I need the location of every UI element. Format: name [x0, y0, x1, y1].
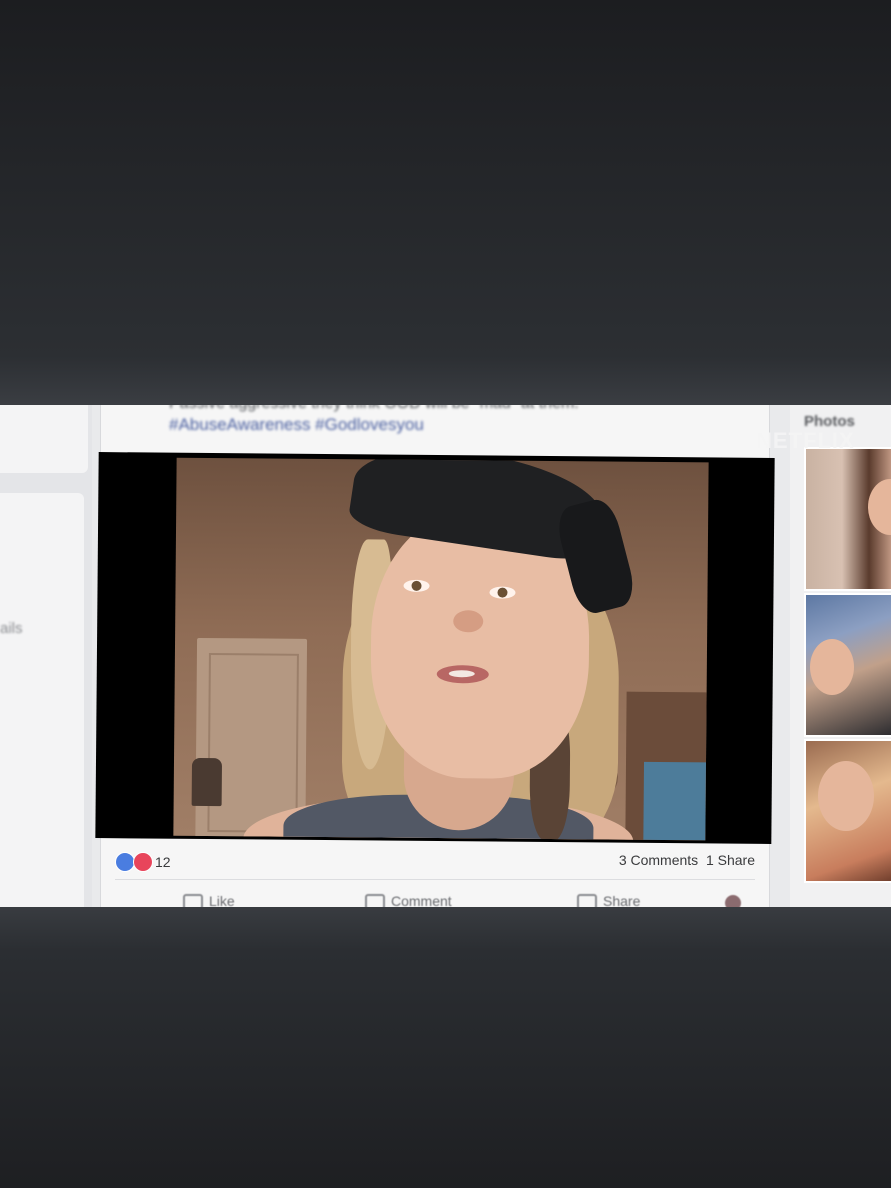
background-door-panel — [207, 653, 299, 833]
left-sidebar: ails — [0, 405, 92, 907]
love-reaction-icon[interactable] — [133, 852, 153, 872]
post-text: Passive aggressive they think GOD will b… — [169, 405, 579, 413]
thumbnail-face — [868, 479, 891, 535]
person-nose — [453, 610, 484, 633]
video-player[interactable] — [95, 452, 775, 844]
post-hashtags[interactable]: #AbuseAwareness #Godlovesyou — [169, 415, 424, 435]
like-label: Like — [209, 893, 235, 907]
share-button[interactable]: Share — [577, 893, 640, 907]
right-sidebar: Photos — [790, 405, 891, 907]
thumbnail-face — [810, 639, 854, 695]
thumbs-up-icon — [183, 894, 203, 907]
comment-icon — [365, 894, 385, 907]
photo-thumbnail[interactable] — [804, 447, 891, 591]
left-card-top — [0, 405, 88, 473]
netflix-watermark: NETFLIX — [756, 428, 855, 453]
facebook-post: Passive aggressive they think GOD will b… — [95, 405, 775, 907]
like-reaction-icon[interactable] — [115, 852, 135, 872]
comment-label: Comment — [391, 893, 452, 907]
like-button[interactable]: Like — [183, 893, 235, 907]
left-card-info — [0, 493, 84, 907]
video-frame[interactable] — [173, 457, 709, 841]
post-stats: 12 3 Comments 1 Share — [115, 849, 755, 879]
reaction-count[interactable]: 12 — [155, 854, 171, 870]
shares-count[interactable]: 1 Share — [706, 852, 755, 868]
person-left-eye — [403, 579, 430, 592]
background-lamp — [191, 757, 223, 807]
person-right-eye — [489, 586, 516, 599]
left-sidebar-text: ails — [0, 620, 23, 637]
thumbnail-face — [818, 761, 874, 831]
avatar[interactable] — [725, 895, 741, 907]
share-label: Share — [603, 893, 641, 907]
monitor-screen: ails Passive aggressive they think GOD w… — [0, 405, 891, 907]
share-icon — [577, 894, 597, 907]
background-shirt — [643, 761, 707, 841]
photo-thumbnail[interactable] — [804, 739, 891, 883]
comments-shares-count[interactable]: 3 Comments 1 Share — [619, 852, 755, 868]
post-actions: Like Comment Share — [101, 889, 769, 907]
comment-button[interactable]: Comment — [365, 893, 452, 907]
post-divider — [115, 879, 755, 880]
person-mouth — [436, 665, 489, 684]
photo-thumbnail[interactable] — [804, 593, 891, 737]
comments-count[interactable]: 3 Comments — [619, 852, 698, 868]
